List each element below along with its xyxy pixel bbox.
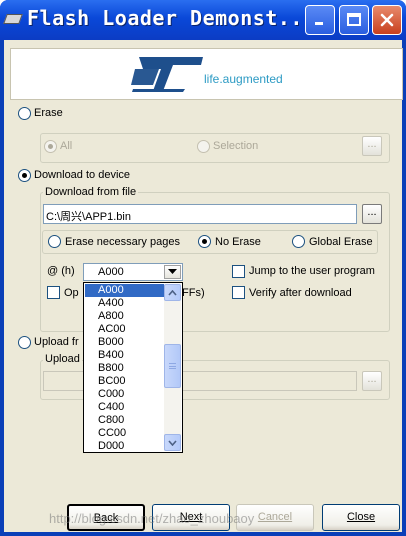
dropdown-scrollbar[interactable] [164,284,181,451]
next-button[interactable]: Next [152,504,230,531]
no-erase-label: No Erase [215,236,261,248]
app-icon [3,14,23,24]
close-button-label: Close [346,511,376,523]
optimize-checkbox[interactable] [47,286,60,299]
dropdown-option[interactable]: C000 [85,388,165,401]
dropdown-option[interactable]: B400 [85,349,165,362]
close-window-button[interactable] [372,5,402,35]
global-erase-radio[interactable] [292,235,305,248]
erase-selection-browse-button[interactable]: ... [362,136,382,156]
dialog-body: life.augmented Erase All Selection ... D… [4,40,403,532]
dropdown-option[interactable]: B000 [85,336,165,349]
verify-checkbox[interactable] [232,286,245,299]
verify-label: Verify after download [249,287,352,299]
cancel-button-label: Cancel [257,511,293,523]
upload-radio[interactable] [18,336,31,349]
scroll-down-button[interactable] [164,434,181,451]
back-button-label: Back [93,512,119,524]
minimize-button[interactable] [305,5,335,35]
no-erase-radio[interactable] [198,235,211,248]
erase-all-label: All [60,140,73,152]
address-value: A000 [98,266,124,278]
erase-label: Erase [34,107,63,119]
upload-label: Upload fr [34,336,79,348]
st-logo [131,57,203,92]
erase-pages-label: Erase necessary pages [65,236,180,248]
erase-all-radio[interactable] [44,140,57,153]
dropdown-option[interactable]: BC00 [85,375,165,388]
file-path-field[interactable]: C:\周兴\APP1.bin [43,204,357,224]
download-group-title: Download from file [43,186,139,198]
erase-pages-radio[interactable] [48,235,61,248]
global-erase-label: Global Erase [309,236,373,248]
close-button[interactable]: Close [322,504,400,531]
app-window: Flash Loader Demonst... life.augmented E… [0,0,406,536]
cancel-button[interactable]: Cancel [236,504,314,531]
maximize-button[interactable] [339,5,369,35]
dropdown-option[interactable]: B800 [85,362,165,375]
logo-tagline: life.augmented [204,72,283,86]
title-bar[interactable]: Flash Loader Demonst... [0,0,406,40]
dropdown-option[interactable]: A800 [85,310,165,323]
window-title: Flash Loader Demonst... [27,6,316,30]
dropdown-option[interactable]: A400 [85,297,165,310]
dropdown-option[interactable]: C800 [85,414,165,427]
dropdown-option[interactable]: CC00 [85,427,165,440]
maximize-icon [347,13,361,26]
address-combo[interactable]: A000 [83,263,183,281]
scroll-up-button[interactable] [164,284,181,301]
dropdown-option[interactable]: AC00 [85,323,165,336]
erase-selection-radio[interactable] [197,140,210,153]
file-browse-button[interactable]: ... [362,204,382,224]
jump-label: Jump to the user program [249,265,375,277]
address-label: @ (h) [47,265,75,277]
download-radio[interactable] [18,169,31,182]
jump-checkbox[interactable] [232,265,245,278]
grip-icon [169,363,176,369]
back-button[interactable]: Back [67,504,145,531]
logo-banner: life.augmented [10,48,403,100]
address-dropdown-list: A000 A400 A800 AC00 B000 B400 B800 BC00 … [83,282,183,453]
optimize-label-start: Op [64,287,79,299]
scroll-thumb[interactable] [164,344,181,388]
dropdown-option[interactable]: A000 [85,284,165,297]
combo-dropdown-button[interactable] [164,265,181,279]
chevron-down-icon [168,269,177,274]
dropdown-option[interactable]: C400 [85,401,165,414]
erase-selection-label: Selection [213,140,259,152]
upload-browse-button[interactable]: ... [362,371,382,391]
minimize-icon [315,22,323,25]
upload-group-title: Upload [43,353,82,365]
next-button-label: Next [179,511,203,523]
erase-radio[interactable] [18,107,31,120]
chevron-down-icon [168,439,177,446]
dropdown-option[interactable]: D000 [85,440,165,452]
optimize-label-end: FFs) [182,287,205,299]
download-label: Download to device [34,169,131,181]
close-icon [380,13,394,27]
chevron-up-icon [168,289,177,296]
